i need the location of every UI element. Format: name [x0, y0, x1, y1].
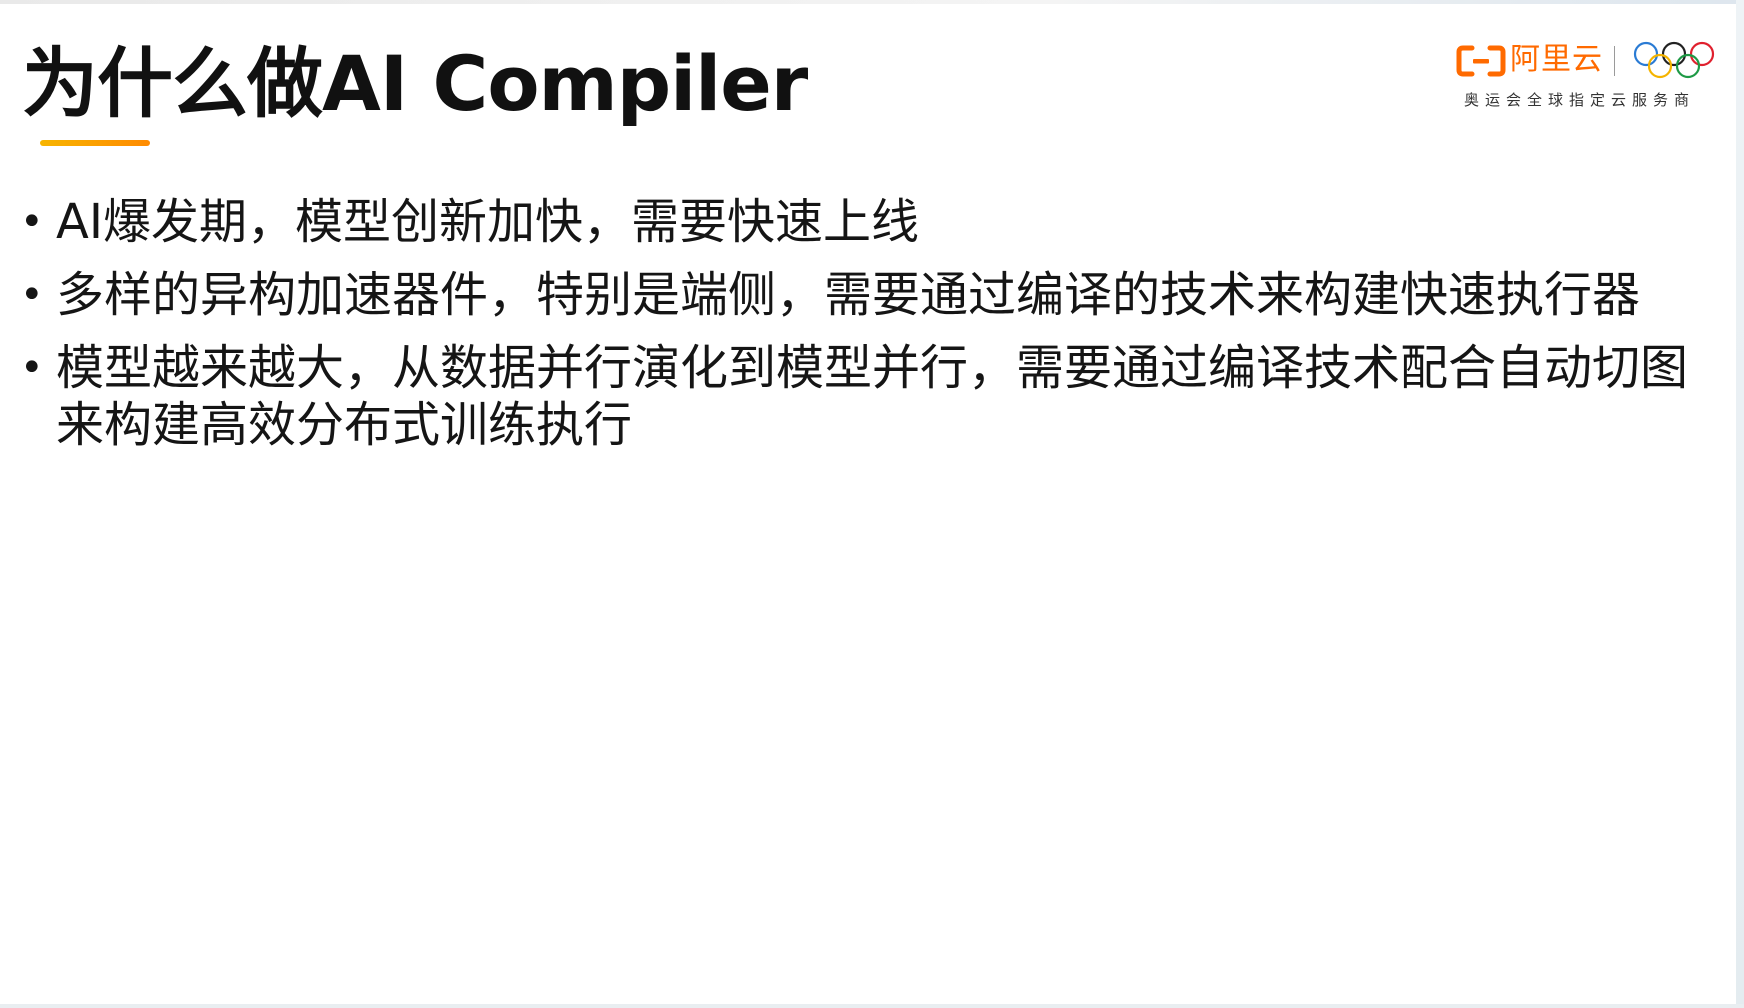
right-edge [1736, 0, 1744, 1008]
bullet-text: 模型越来越大，从数据并行演化到模型并行，需要通过编译技术配合自动切图来构建高效分… [56, 340, 1689, 453]
bullet-dot: • [20, 199, 44, 245]
logo-top-row: 阿里云 [1452, 38, 1715, 82]
bullet-list: • AI爆发期，模型创新加快，需要快速上线 • 多样的异构加速器件，特别是端侧，… [18, 194, 1688, 470]
bullet-item: • 模型越来越大，从数据并行演化到模型并行，需要通过编译技术配合自动切图来构建高… [18, 340, 1688, 454]
top-edge [0, 0, 1744, 4]
bullet-text: AI爆发期，模型创新加快，需要快速上线 [56, 194, 919, 250]
title-underline [40, 140, 150, 146]
logo-tagline: 奥运会全球指定云服务商 [1464, 91, 1696, 109]
bullet-item: • 多样的异构加速器件，特别是端侧，需要通过编译的技术来构建快速执行器 [18, 267, 1688, 324]
aliyun-logo: 阿里云 奥运会全球指定云服务商 [1452, 38, 1715, 118]
bottom-edge [0, 1004, 1744, 1008]
bullet-dot: • [20, 272, 44, 318]
bullet-item: • AI爆发期，模型创新加快，需要快速上线 [18, 194, 1688, 251]
olympic-rings-icon [1633, 41, 1715, 79]
logo-brand-text: 阿里云 [1510, 42, 1603, 77]
bullet-text: 多样的异构加速器件，特别是端侧，需要通过编译的技术来构建快速执行器 [56, 267, 1641, 323]
aliyun-logo-icon [1456, 45, 1506, 77]
slide: 为什么做AI Compiler 阿里云 奥运会全球指定云服务商 • AI爆发期，… [0, 0, 1744, 1008]
logo-divider [1614, 46, 1615, 76]
bullet-dot: • [20, 345, 44, 391]
slide-title: 为什么做AI Compiler [22, 39, 808, 128]
